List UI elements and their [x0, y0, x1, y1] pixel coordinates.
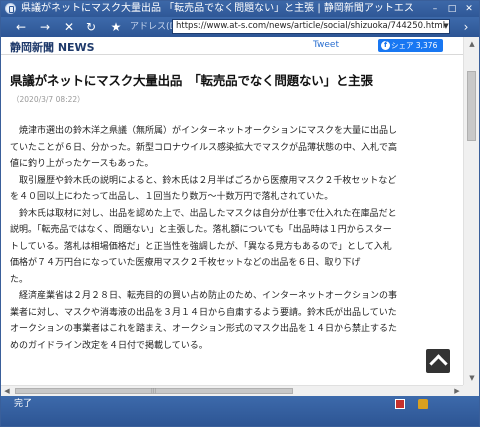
horizontal-scrollbar[interactable]: ◀ ||| ▶ — [1, 385, 463, 396]
address-dropdown-icon[interactable]: ▼ — [442, 20, 450, 33]
app-icon — [5, 3, 16, 14]
back-arrow-icon[interactable]: ← — [13, 19, 29, 35]
scrollbar-corner — [463, 385, 479, 396]
tweet-button[interactable]: Tweet — [313, 40, 339, 50]
address-input[interactable]: https://www.at-s.com/news/article/social… — [172, 19, 450, 34]
vertical-scrollbar[interactable]: ▲ ▼ — [463, 37, 479, 385]
go-button[interactable]: › — [458, 19, 474, 35]
article-date: （2020/3/7 08:22） — [12, 95, 85, 104]
title-bar: 県議がネットにマスク大量出品 「転売品でなく問題ない」と主張 | 静岡新聞アット… — [1, 1, 479, 17]
navigation-bar: ← → ✕ ↻ ★ アドレス(D) https://www.at-s.com/n… — [1, 17, 479, 37]
site-header: 静岡新聞 NEWS Tweet f シェア 3,376 — [1, 37, 463, 55]
favorites-star-icon[interactable]: ★ — [108, 19, 124, 35]
facebook-share-button[interactable]: f シェア 3,376 — [378, 39, 443, 52]
stop-icon[interactable]: ✕ — [61, 19, 77, 35]
page-viewport: 静岡新聞 NEWS Tweet f シェア 3,376 県議がネットにマスク大量… — [1, 37, 463, 385]
article-line: ていたことが６日、分かった。新型コロナウイルス感染拡大でマスクが品薄状態の中、入… — [10, 142, 398, 153]
scroll-left-icon[interactable]: ◀ — [1, 386, 13, 396]
article-line: 経済産業省は２月２８日、転売目的の買い占め防止のため、インターネットオークション… — [10, 291, 398, 301]
article-line: 価格が７４万円台になっていた医療用マスク２千枚セットなどの出品を６日、取り下げ — [10, 258, 361, 268]
horizontal-scroll-thumb[interactable]: ||| — [15, 388, 293, 394]
lock-icon[interactable] — [418, 399, 428, 409]
article-line: オークションの事業者はこれを踏まえ、オークション形式のマスク出品を１４日から禁止… — [10, 324, 398, 334]
article-line: 焼津市選出の鈴木洋之県議（無所属）がインターネットオークションにマスクを大量に出… — [10, 126, 398, 136]
scroll-down-icon[interactable]: ▼ — [464, 371, 480, 385]
page-status-icon[interactable] — [395, 399, 405, 409]
scroll-grip-icon: ||| — [151, 388, 157, 394]
reload-icon[interactable]: ↻ — [83, 19, 99, 35]
article-body: 焼津市選出の鈴木洋之県議（無所属）がインターネットオークションにマスクを大量に出… — [10, 123, 445, 354]
share-label: シェア 3,376 — [391, 41, 438, 50]
scroll-to-top-button[interactable] — [426, 349, 450, 373]
article-headline: 県議がネットにマスク大量出品 「転売品でなく問題ない」と主張 — [10, 73, 373, 88]
window-title: 県議がネットにマスク大量出品 「転売品でなく問題ない」と主張 | 静岡新聞アット… — [21, 3, 414, 14]
article-line: た。 — [10, 274, 29, 285]
forward-arrow-icon[interactable]: → — [37, 19, 53, 35]
facebook-icon: f — [381, 41, 390, 50]
article-line: 値に釣り上がったケースもあった。 — [10, 159, 154, 169]
scroll-right-icon[interactable]: ▶ — [451, 386, 463, 396]
close-button[interactable]: ✕ — [462, 3, 476, 15]
article-line: 取引履歴や鈴木氏の説明によると、鈴木氏は２月半ばごろから医療用マスク２千枚セット… — [10, 175, 397, 186]
article-line: を４０回以上にわたって出品し、１回当たり数万～十数万円で落札されていた。 — [10, 192, 334, 202]
minimize-button[interactable]: – — [428, 3, 442, 15]
scroll-up-icon[interactable]: ▲ — [464, 37, 480, 51]
maximize-button[interactable]: □ — [445, 3, 459, 15]
status-text: 完了 — [14, 399, 33, 409]
article-line: めのガイドライン改定を４日付で掲載している。 — [10, 340, 208, 351]
article-line: トしている。落札は相場価格だ」と正当性を強調したが、「異なる見方もあるので」とし… — [10, 241, 392, 252]
status-bar: 完了 — [1, 396, 479, 426]
article-line: 説明。「転売品ではなく、問題ない」と主張した。落札額についても「出品時は１円から… — [10, 225, 392, 235]
vertical-scroll-thumb[interactable] — [467, 71, 476, 141]
article-line: 鈴木氏は取材に対し、出品を認めた上で、出品したマスクは自分が仕事で仕入れた在庫品… — [10, 208, 397, 219]
article-line: 業者に対し、マスクや消毒液の出品を３月１４日から自粛するよう要請。鈴木氏が出品し… — [10, 307, 397, 318]
browser-window: 県議がネットにマスク大量出品 「転売品でなく問題ない」と主張 | 静岡新聞アット… — [0, 0, 480, 427]
site-logo[interactable]: 静岡新聞 NEWS — [10, 39, 95, 55]
